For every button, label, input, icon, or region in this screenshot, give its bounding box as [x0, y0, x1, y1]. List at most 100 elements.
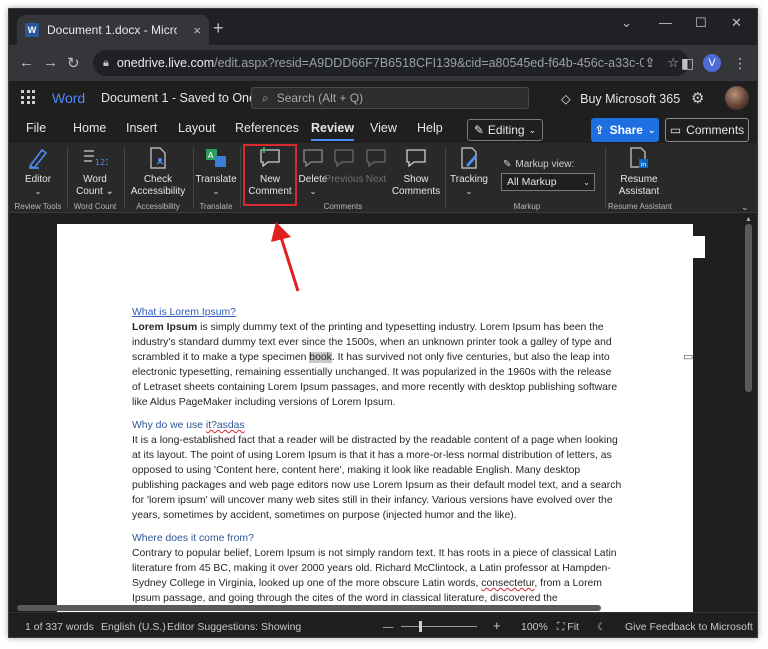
document-title[interactable]: Document 1 - Saved to OneDrive — [101, 91, 253, 105]
forward-icon[interactable]: → — [43, 54, 58, 71]
editor-pen-icon — [25, 145, 51, 171]
word-count-status[interactable]: 1 of 337 words — [25, 621, 94, 633]
tab-review[interactable]: Review — [311, 121, 355, 141]
paragraph-2[interactable]: It is a long-established fact that a rea… — [132, 433, 622, 523]
zoom-in-button[interactable]: + — [493, 618, 501, 633]
misspelled-word[interactable]: consectetur — [481, 578, 534, 589]
lock-icon[interactable]: 🔒︎ — [103, 57, 109, 70]
tab-search-chevron-icon[interactable]: ⌄ — [621, 15, 632, 31]
resume-assistant-button[interactable]: in Resume Assistant — [613, 145, 665, 198]
fit-button[interactable]: ⛶ Fit — [557, 621, 579, 634]
word-header: Word Document 1 - Saved to OneDrive ⌕ Se… — [9, 81, 757, 115]
word-favicon-icon: W — [25, 23, 39, 37]
svg-text:123: 123 — [95, 158, 108, 167]
heading-what-is[interactable]: What is Lorem Ipsum? — [132, 305, 622, 320]
search-input[interactable]: ⌕ Search (Alt + Q) — [251, 87, 529, 109]
bold-lorem-ipsum: Lorem Ipsum — [132, 322, 198, 333]
document-page[interactable]: What is Lorem Ipsum? Lorem Ipsum is simp… — [57, 224, 693, 612]
language-status[interactable]: English (U.S.) — [101, 621, 166, 633]
sidebar-icon[interactable]: ◧ — [681, 55, 694, 72]
tab-layout[interactable]: Layout — [178, 121, 216, 135]
misspelled-word[interactable]: it?asdas — [206, 420, 245, 431]
new-tab-button[interactable]: + — [213, 18, 224, 39]
share-button[interactable]: ⇪ Share ⌄ — [591, 118, 659, 142]
ribbon-tabs: File Home Insert Layout References Revie… — [9, 115, 757, 143]
next-comment-button[interactable]: Next — [361, 145, 391, 186]
browser-tab[interactable]: W Document 1.docx - Microsoft Word × — [17, 15, 209, 45]
zoom-out-button[interactable]: — — [383, 621, 394, 633]
paragraph-3[interactable]: Contrary to popular belief, Lorem Ipsum … — [132, 546, 622, 606]
share-page-icon[interactable]: ⇪ — [644, 55, 655, 71]
previous-comment-button[interactable]: Previous — [325, 145, 363, 186]
vertical-scrollbar[interactable] — [745, 224, 752, 392]
minimize-icon[interactable]: — — [659, 15, 672, 30]
tab-view[interactable]: View — [370, 121, 397, 135]
avatar[interactable] — [725, 86, 749, 110]
check-accessibility-button[interactable]: Check Accessibility — [127, 145, 189, 198]
app-launcher-icon[interactable] — [21, 90, 35, 104]
show-label-1: Show — [403, 174, 429, 185]
separator — [124, 147, 125, 209]
close-window-icon[interactable]: ✕ — [731, 15, 742, 31]
search-placeholder: Search (Alt + Q) — [276, 91, 364, 105]
url-input[interactable]: 🔒︎ onedrive.live.com /edit.aspx?resid=A9… — [93, 50, 689, 76]
document-body[interactable]: What is Lorem Ipsum? Lorem Ipsum is simp… — [132, 305, 622, 612]
group-word-count: Word Count — [73, 202, 117, 211]
bookmark-star-icon[interactable]: ☆ — [667, 55, 679, 71]
ribbon-expand-icon[interactable]: ⌄ — [741, 202, 749, 213]
zoom-slider[interactable] — [401, 626, 477, 627]
comment-marker-icon[interactable]: ▭ — [683, 350, 693, 363]
dark-mode-icon[interactable]: ☾ — [597, 621, 606, 633]
tracking-label: Tracking — [450, 174, 488, 185]
tab-file[interactable]: File — [26, 121, 46, 135]
share-icon: ⇪ — [594, 123, 605, 137]
chevron-down-icon: ⌄ — [528, 124, 537, 135]
comments-button[interactable]: ▭ Comments — [665, 118, 749, 142]
translate-button[interactable]: A Translate ⌄ — [195, 145, 237, 198]
word-count-button[interactable]: 123 Word Count ⌄ — [75, 145, 115, 198]
feedback-link[interactable]: Give Feedback to Microsoft — [625, 621, 753, 633]
group-markup: Markup — [513, 202, 541, 211]
resume-linkedin-icon: in — [626, 145, 652, 171]
editing-mode-button[interactable]: ✎ Editing ⌄ — [467, 119, 543, 141]
status-bar: 1 of 337 words English (U.S.) Editor Sug… — [9, 612, 757, 637]
chevron-down-icon: ⌄ — [583, 177, 590, 187]
tab-close-icon[interactable]: × — [193, 23, 201, 38]
diamond-icon: ◇ — [561, 92, 571, 106]
gear-icon[interactable]: ⚙ — [691, 89, 704, 107]
word-count-icon: 123 — [82, 145, 108, 171]
markup-view-select[interactable]: All Markup ⌄ — [501, 173, 595, 191]
tab-references[interactable]: References — [235, 121, 299, 135]
heading-why: Why do we use it?asdas — [132, 420, 245, 431]
zoom-slider-thumb[interactable] — [419, 621, 422, 632]
separator — [193, 147, 194, 209]
editor-button[interactable]: Editor ⌄ — [21, 145, 55, 198]
delete-comment-icon — [300, 145, 326, 171]
paragraph-1[interactable]: Lorem Ipsum is simply dummy text of the … — [132, 320, 622, 410]
back-icon[interactable]: ← — [19, 54, 34, 71]
pencil-icon: ✎ — [473, 123, 484, 137]
tab-insert[interactable]: Insert — [126, 121, 157, 135]
horizontal-scrollbar[interactable] — [17, 605, 601, 611]
translate-label: Translate — [195, 174, 237, 185]
buy-microsoft-365-button[interactable]: ◇ Buy Microsoft 365 — [561, 91, 680, 106]
next-comment-icon — [363, 145, 389, 171]
new-comment-highlight — [243, 144, 297, 206]
show-comments-button[interactable]: Show Comments — [391, 145, 441, 198]
previous-label: Previous — [324, 174, 364, 185]
profile-avatar[interactable]: V — [703, 54, 721, 72]
app-name[interactable]: Word — [52, 90, 85, 106]
browser-menu-icon[interactable]: ⋮ — [733, 55, 747, 72]
delete-label: Delete — [298, 174, 328, 185]
reload-icon[interactable]: ↻ — [67, 54, 80, 72]
zoom-level[interactable]: 100% — [521, 621, 548, 633]
editor-suggestions-status[interactable]: Editor Suggestions: Showing — [167, 621, 301, 633]
tracking-button[interactable]: Tracking ⌄ — [449, 145, 489, 198]
scroll-up-icon[interactable]: ▲ — [745, 216, 752, 223]
selected-word[interactable]: book — [309, 352, 332, 363]
tab-home[interactable]: Home — [73, 121, 106, 135]
maximize-icon[interactable]: ☐ — [695, 15, 707, 31]
group-comments: Comments — [323, 202, 363, 211]
accessibility-doc-icon — [145, 145, 171, 171]
tab-help[interactable]: Help — [417, 121, 443, 135]
